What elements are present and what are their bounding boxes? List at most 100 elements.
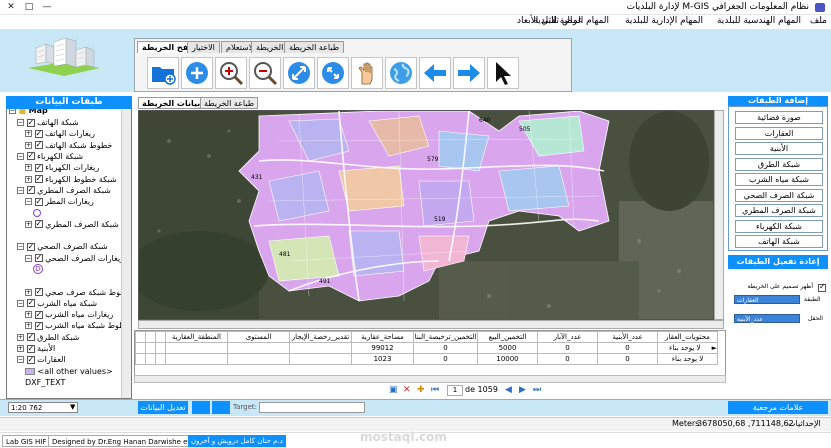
- tab-map-print[interactable]: طباعة الخريطة: [200, 97, 259, 109]
- layer-tree-item[interactable]: + الأبنية: [17, 343, 55, 355]
- expand-toggle[interactable]: −: [17, 356, 24, 364]
- layer-visibility-checkbox[interactable]: [26, 343, 35, 355]
- first-record-icon[interactable]: ⏮: [431, 385, 439, 395]
- table-row[interactable]: 99012 0 5000 0 0 لا يوجد بناء ►: [135, 342, 718, 354]
- column-header[interactable]: التخمين_ترخيصة_البنا: [413, 331, 478, 343]
- layer-tree-item[interactable]: − شبكة الصرف الصحي: [17, 241, 108, 253]
- previous-extent-button[interactable]: [419, 57, 451, 89]
- layer-tree-item[interactable]: − العقارات: [17, 354, 66, 366]
- column-header[interactable]: التخمين_البيع: [477, 331, 538, 343]
- table-cell[interactable]: 0: [597, 353, 658, 365]
- table-cell[interactable]: [165, 342, 228, 354]
- pan-button[interactable]: [351, 57, 383, 89]
- layer-visibility-checkbox[interactable]: [26, 297, 35, 309]
- layer-visibility-checkbox[interactable]: [26, 184, 35, 196]
- column-header[interactable]: عدد_الأبنية: [597, 331, 658, 343]
- menu-3d-view-label[interactable]: عرض ثلاثي الأبعاد: [517, 16, 583, 26]
- column-header[interactable]: عدد_الآبار: [537, 331, 598, 343]
- layer-tree-item[interactable]: − شبكة الهاتف: [17, 117, 79, 129]
- globe-button[interactable]: [385, 57, 417, 89]
- table-cell[interactable]: [227, 342, 290, 354]
- layer-visibility-checkbox[interactable]: [26, 241, 35, 253]
- table-cell[interactable]: 99012: [351, 342, 414, 354]
- table-cell[interactable]: لا يوجد بناء: [657, 353, 718, 365]
- layer-tree-item[interactable]: − شبكة مياه الشرب: [17, 297, 97, 310]
- expand-toggle[interactable]: +: [17, 333, 24, 341]
- layer-tree-item[interactable]: + شبكة الصرف المطري: [25, 218, 119, 231]
- add-layer-button-0[interactable]: صورة فضائية: [735, 111, 823, 124]
- next-record-icon[interactable]: ▶: [519, 385, 526, 395]
- table-cell[interactable]: 0: [537, 342, 598, 354]
- expand-toggle[interactable]: −: [25, 198, 32, 206]
- close-window-button[interactable]: ✕: [4, 1, 18, 13]
- expand-toggle[interactable]: −: [17, 186, 24, 194]
- edit-tool-button[interactable]: [192, 401, 210, 414]
- layer-tree-item[interactable]: + خطوط شبكة صرف صحي: [25, 286, 131, 299]
- layer-visibility-checkbox[interactable]: [34, 309, 43, 321]
- table-cell[interactable]: 10000: [477, 353, 538, 365]
- expand-toggle[interactable]: −: [17, 243, 24, 251]
- add-layer-button-7[interactable]: شبكة الكهرباء: [735, 219, 823, 233]
- add-layer-button-3[interactable]: شبكة الطرق: [735, 157, 823, 171]
- add-layer-button[interactable]: [147, 57, 179, 89]
- layer-tree-item[interactable]: DXF_TEXT: [25, 377, 65, 389]
- zoom-in-tool-button[interactable]: [215, 57, 247, 89]
- layer-visibility-checkbox[interactable]: [34, 320, 43, 332]
- layer-visibility-checkbox[interactable]: [34, 218, 43, 230]
- next-extent-button[interactable]: [453, 57, 485, 89]
- fixed-zoom-button[interactable]: [317, 57, 349, 89]
- scale-select[interactable]: 1:20 762: [8, 402, 78, 413]
- layer-tree-item[interactable]: + شبكة الطرق: [17, 331, 79, 344]
- map-vertical-scrollbar[interactable]: [714, 110, 724, 320]
- layer-visibility-checkbox[interactable]: [34, 196, 43, 208]
- column-header[interactable]: المنطقة_العقارية: [165, 331, 228, 343]
- previous-record-icon[interactable]: ◀: [505, 385, 512, 395]
- table-cell[interactable]: 0: [537, 353, 598, 365]
- column-header[interactable]: تقدير_رخصة_الإيجار: [289, 331, 352, 343]
- menu-engineering-tasks[interactable]: المهام الهندسية للبلدية: [717, 16, 801, 26]
- table-cell[interactable]: 0: [413, 353, 478, 365]
- layer-visibility-checkbox[interactable]: [26, 331, 35, 343]
- column-header[interactable]: مساحة_عقارية: [351, 331, 414, 343]
- expand-toggle[interactable]: −: [25, 254, 32, 262]
- layer-visibility-checkbox[interactable]: [34, 162, 43, 174]
- table-cell[interactable]: [165, 353, 228, 365]
- table-cell[interactable]: 1023: [351, 353, 414, 365]
- layer-tree-item[interactable]: D: [33, 264, 43, 276]
- delete-icon[interactable]: ✕: [403, 385, 411, 395]
- layer-visibility-checkbox[interactable]: [26, 354, 35, 366]
- expand-toggle[interactable]: +: [25, 322, 32, 330]
- full-extent-button[interactable]: [283, 57, 315, 89]
- tab-selection[interactable]: الاختيار: [187, 41, 220, 53]
- target-select[interactable]: [259, 402, 365, 413]
- table-row[interactable]: 1023 0 10000 0 0 لا يوجد بناء: [135, 353, 718, 365]
- layer-tree-item[interactable]: + خطوط شبكة الهاتف: [25, 139, 112, 152]
- save-icon[interactable]: ▣: [389, 385, 398, 395]
- add-layer-button-1[interactable]: العقارات: [735, 126, 823, 140]
- layer-visibility-checkbox[interactable]: [34, 139, 43, 151]
- table-cell[interactable]: [289, 342, 352, 354]
- maximize-window-button[interactable]: □: [22, 1, 36, 13]
- minimize-window-button[interactable]: —: [40, 1, 54, 13]
- expand-toggle[interactable]: +: [25, 311, 32, 319]
- show-overview-checkbox[interactable]: [818, 282, 826, 292]
- chevron-down-icon[interactable]: ▼: [70, 403, 75, 411]
- expand-toggle[interactable]: +: [25, 141, 32, 149]
- edit-data-button[interactable]: تعديل البيانات: [138, 401, 188, 414]
- layer-tree-item[interactable]: + خطوط شبكة مياه الشرب: [25, 320, 131, 332]
- column-header[interactable]: المستوى: [227, 331, 290, 343]
- table-cell[interactable]: 0: [413, 342, 478, 354]
- zoom-in-button[interactable]: [181, 57, 213, 89]
- layers-panel-scrollbar[interactable]: [121, 110, 131, 398]
- layer-visibility-checkbox[interactable]: [34, 286, 43, 298]
- layer-visibility-checkbox[interactable]: [34, 128, 43, 140]
- expand-toggle[interactable]: +: [17, 345, 24, 352]
- table-horizontal-scrollbar[interactable]: [134, 375, 726, 383]
- expand-toggle[interactable]: +: [25, 220, 32, 228]
- expand-toggle[interactable]: −: [17, 119, 24, 126]
- add-record-icon[interactable]: ✚: [417, 385, 425, 395]
- add-layer-button-2[interactable]: الأبنية: [735, 142, 823, 155]
- tab-print-map-2[interactable]: طباعة الخريطة: [284, 41, 345, 53]
- menu-admin-tasks[interactable]: المهام الإدارية للبلدية: [625, 16, 703, 26]
- zoom-out-tool-button[interactable]: [249, 57, 281, 89]
